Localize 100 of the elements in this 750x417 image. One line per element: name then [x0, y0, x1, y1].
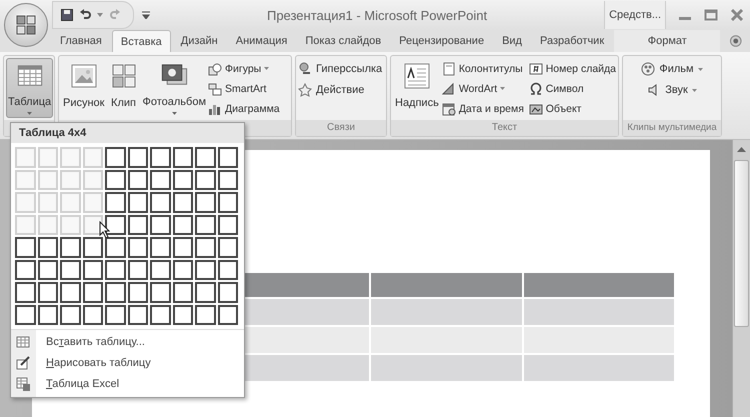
grid-cell[interactable] — [38, 237, 58, 258]
grid-cell[interactable] — [15, 260, 36, 280]
grid-cell[interactable] — [218, 304, 238, 325]
ribbon-button[interactable]: SmartArt — [208, 79, 280, 98]
ribbon-tab[interactable]: Разработчик — [532, 30, 612, 52]
grid-cell[interactable] — [150, 147, 170, 168]
grid-cell[interactable] — [15, 282, 36, 302]
grid-cell[interactable] — [105, 237, 126, 258]
grid-cell[interactable] — [82, 237, 103, 258]
ribbon-button[interactable]: Объект — [528, 99, 616, 118]
grid-cell[interactable] — [105, 282, 126, 302]
grid-cell[interactable] — [172, 304, 193, 325]
grid-cell[interactable] — [218, 282, 238, 302]
grid-cell[interactable] — [150, 282, 170, 302]
grid-cell[interactable] — [195, 304, 216, 325]
grid-cell[interactable] — [105, 260, 126, 280]
ribbon-button[interactable]: Рисунок — [61, 58, 106, 118]
grid-cell[interactable] — [172, 147, 193, 168]
grid-cell[interactable] — [105, 147, 126, 168]
ribbon-tab[interactable]: Формат — [614, 30, 720, 52]
grid-cell[interactable] — [128, 192, 148, 212]
grid-cell[interactable] — [150, 237, 170, 258]
grid-cell[interactable] — [128, 237, 148, 258]
grid-cell[interactable] — [218, 214, 238, 235]
grid-cell[interactable] — [15, 237, 36, 258]
grid-cell[interactable] — [128, 170, 148, 190]
grid-cell[interactable] — [128, 260, 148, 280]
grid-cell[interactable] — [60, 237, 80, 258]
grid-cell[interactable] — [128, 304, 148, 325]
grid-cell[interactable] — [218, 237, 238, 258]
ribbon-button[interactable]: Действие — [298, 80, 384, 100]
ribbon-tab[interactable]: Главная — [52, 30, 110, 52]
ribbon-button[interactable]: Гиперссылка — [298, 59, 384, 79]
ribbon-tab[interactable]: Вид — [494, 30, 530, 52]
grid-cell[interactable] — [128, 147, 148, 168]
grid-cell[interactable] — [172, 214, 193, 235]
grid-cell[interactable] — [128, 282, 148, 302]
grid-cell[interactable] — [60, 260, 80, 280]
scroll-up-icon[interactable] — [737, 147, 746, 152]
ribbon-tab[interactable]: Показ слайдов — [297, 30, 390, 52]
ribbon-button[interactable]: Номер слайда — [528, 59, 616, 78]
help-icon[interactable] — [730, 35, 742, 47]
ribbon-tab[interactable]: Дизайн — [172, 30, 226, 52]
grid-cell[interactable] — [150, 192, 170, 212]
grid-cell[interactable] — [195, 214, 216, 235]
grid-cell[interactable] — [105, 304, 126, 325]
ribbon-tab[interactable]: Рецензирование — [391, 30, 492, 52]
grid-cell[interactable] — [218, 260, 238, 280]
ribbon-button[interactable]: Звук — [647, 80, 697, 100]
grid-cell[interactable] — [150, 260, 170, 280]
grid-cell[interactable] — [172, 170, 193, 190]
scroll-thumb[interactable] — [734, 160, 749, 327]
grid-cell[interactable] — [195, 147, 216, 168]
grid-cell[interactable] — [172, 260, 193, 280]
ribbon-button[interactable]: Колонтитулы — [442, 59, 528, 78]
ribbon-button[interactable]: Фотоальбом — [140, 58, 208, 118]
grid-cell[interactable] — [38, 304, 58, 325]
grid-cell[interactable] — [218, 170, 238, 190]
grid-cell[interactable] — [195, 170, 216, 190]
menu-item[interactable]: Таблица Excel — [46, 378, 120, 390]
grid-cell[interactable] — [172, 237, 193, 258]
ribbon-button[interactable]: Таблица — [6, 58, 54, 118]
grid-cell[interactable] — [15, 304, 36, 325]
ribbon-button[interactable]: Символ — [528, 79, 616, 98]
ribbon-button[interactable]: Дата и время — [442, 99, 528, 118]
grid-cell[interactable] — [195, 237, 216, 258]
grid-cell[interactable] — [60, 282, 80, 302]
grid-cell[interactable] — [38, 260, 58, 280]
grid-cell[interactable] — [60, 304, 80, 325]
ribbon-tab[interactable]: Анимация — [228, 30, 296, 52]
grid-cell[interactable] — [82, 260, 103, 280]
close-button[interactable] — [730, 9, 744, 21]
customize-caret-icon[interactable] — [142, 11, 150, 19]
undo-icon[interactable] — [79, 9, 91, 21]
menu-item[interactable]: Вставить таблицу... — [46, 336, 145, 348]
ribbon-button[interactable]: Фильм — [641, 59, 703, 79]
grid-cell[interactable] — [195, 192, 216, 212]
grid-cell[interactable] — [150, 214, 170, 235]
grid-cell[interactable] — [128, 214, 148, 235]
grid-cell[interactable] — [172, 192, 193, 212]
save-icon[interactable] — [61, 9, 73, 21]
ribbon-button[interactable]: WordArt — [442, 79, 528, 98]
scrollbar[interactable] — [732, 140, 750, 417]
grid-cell[interactable] — [172, 282, 193, 302]
grid-cell[interactable] — [82, 282, 103, 302]
grid-cell[interactable] — [195, 282, 216, 302]
grid-cell[interactable] — [218, 147, 238, 168]
grid-cell[interactable] — [105, 170, 126, 190]
grid-cell[interactable] — [105, 192, 126, 212]
grid-cell[interactable] — [218, 192, 238, 212]
ribbon-tab[interactable]: Вставка — [112, 30, 171, 52]
menu-item[interactable]: Нарисовать таблицу — [46, 356, 151, 368]
grid-cell[interactable] — [195, 260, 216, 280]
ribbon-button[interactable]: Клип — [106, 58, 140, 118]
ribbon-button[interactable]: Надпись — [393, 58, 441, 118]
ribbon-button[interactable]: Фигуры — [208, 59, 280, 78]
grid-cell[interactable] — [150, 304, 170, 325]
maximize-button[interactable] — [704, 9, 718, 21]
grid-cell[interactable] — [82, 304, 103, 325]
grid-cell[interactable] — [150, 170, 170, 190]
